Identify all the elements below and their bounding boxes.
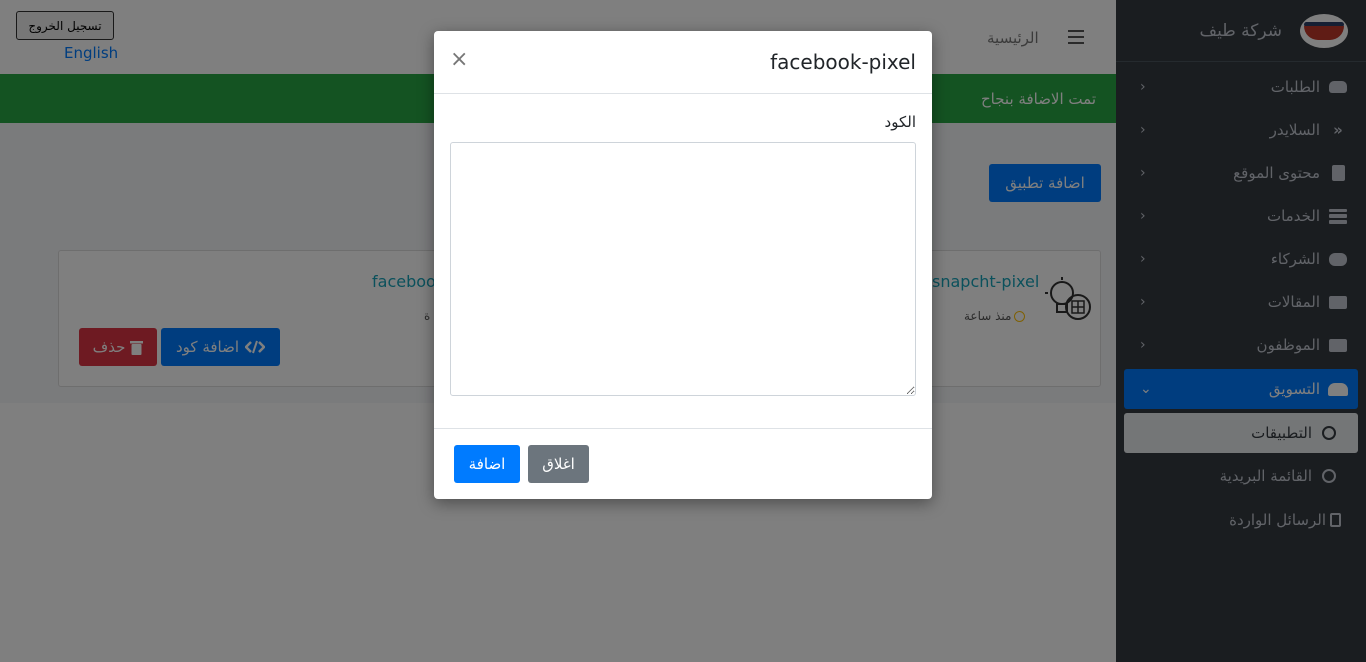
submit-add-button[interactable]: اضافة (454, 445, 520, 483)
code-field-label: الكود (884, 113, 916, 131)
code-textarea[interactable] (450, 142, 916, 396)
close-icon[interactable]: × (450, 49, 468, 71)
modal-title: facebook-pixel (770, 50, 916, 74)
modal-close-button[interactable]: اغلاق (528, 445, 589, 483)
code-modal: facebook-pixel × الكود اضافة اغلاق (434, 31, 932, 499)
modal-footer: اضافة اغلاق (434, 428, 932, 499)
modal-header: facebook-pixel × (434, 31, 932, 94)
